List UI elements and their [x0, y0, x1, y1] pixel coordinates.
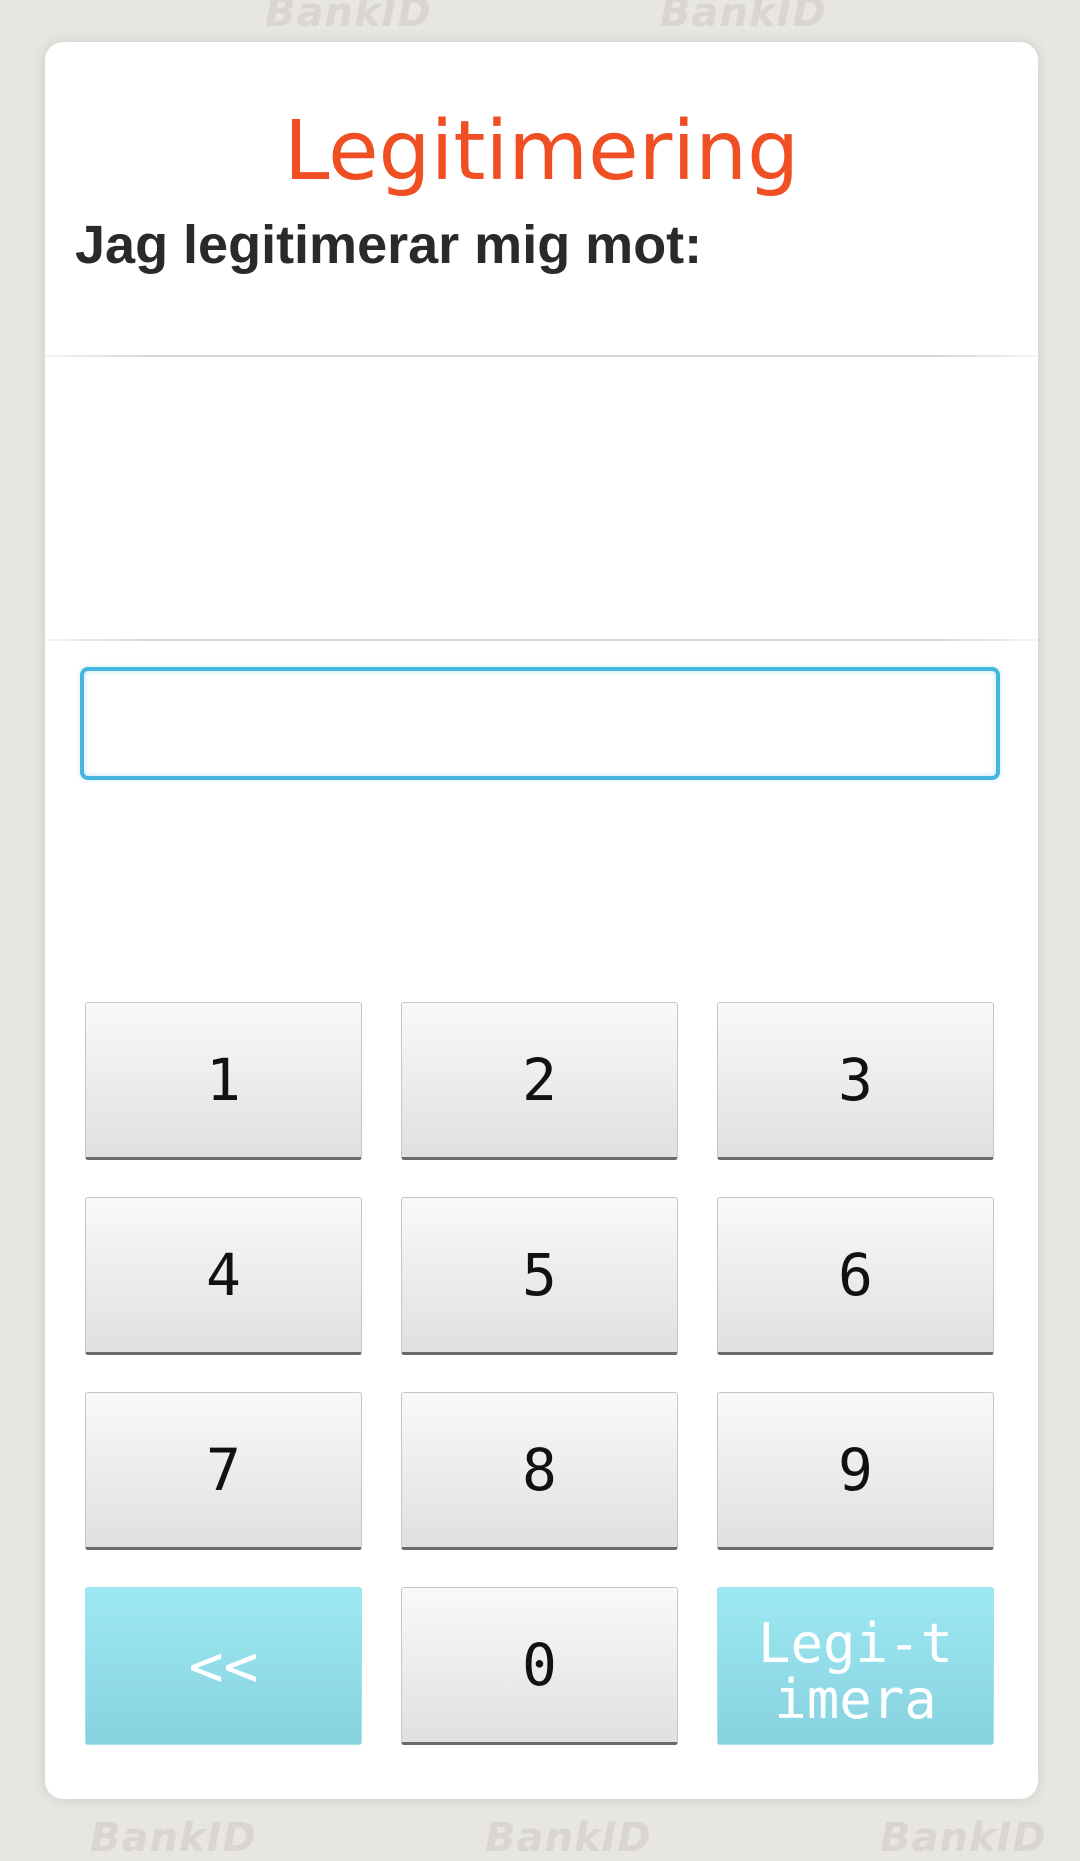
key-1[interactable]: 1 [85, 1002, 362, 1160]
backspace-button[interactable]: << [85, 1587, 362, 1745]
dialog-title: Legitimering [283, 104, 800, 199]
key-2[interactable]: 2 [401, 1002, 678, 1160]
divider [45, 639, 1038, 641]
watermark-text: BankID [880, 1815, 1047, 1861]
key-0[interactable]: 0 [401, 1587, 678, 1745]
authentication-dialog: Legitimering Jag legitimerar mig mot: 1 … [45, 42, 1038, 1799]
watermark-text: BankID [660, 0, 827, 36]
watermark-text: BankID [90, 1815, 257, 1861]
key-7[interactable]: 7 [85, 1392, 362, 1550]
key-4[interactable]: 4 [85, 1197, 362, 1355]
submit-button-label: Legi-timera [757, 1612, 954, 1731]
key-5[interactable]: 5 [401, 1197, 678, 1355]
key-6[interactable]: 6 [717, 1197, 994, 1355]
key-9[interactable]: 9 [717, 1392, 994, 1550]
pin-input[interactable] [80, 667, 1000, 780]
watermark-text: BankID [485, 1815, 652, 1861]
message-area [45, 357, 1038, 639]
dialog-subtitle: Jag legitimerar mig mot: [75, 215, 703, 275]
watermark-text: BankID [265, 0, 432, 36]
key-3[interactable]: 3 [717, 1002, 994, 1160]
submit-button[interactable]: Legi-timera [717, 1587, 994, 1745]
key-8[interactable]: 8 [401, 1392, 678, 1550]
